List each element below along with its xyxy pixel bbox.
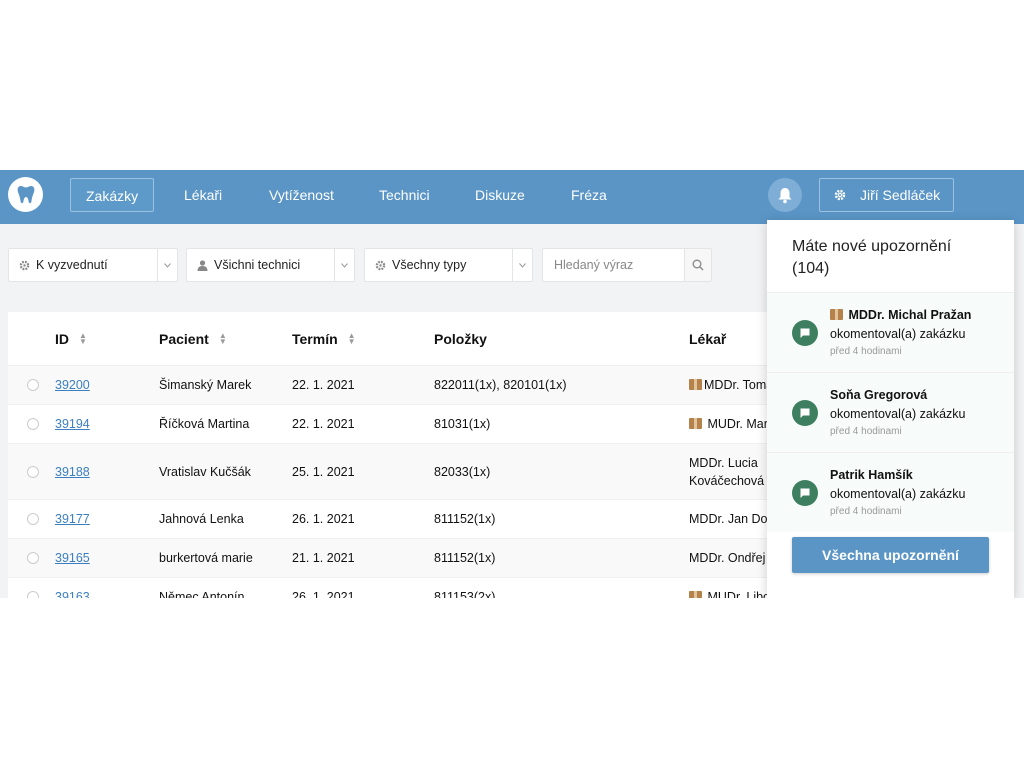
sort-icon: ▲ ▼ — [218, 331, 227, 346]
notification-author: Patrik Hamšík — [830, 468, 913, 482]
row-patient: Říčková Martina — [159, 417, 250, 431]
notification-text: okomentoval(a) zakázku — [830, 327, 966, 341]
type-filter-value: Všechny typy — [392, 258, 467, 272]
sort-icon: ▲ ▼ — [347, 331, 356, 346]
row-radio[interactable] — [27, 466, 39, 478]
row-date: 22. 1. 2021 — [292, 417, 355, 431]
nav-item-freza[interactable]: Fréza — [556, 178, 622, 212]
row-items: 81031(1x) — [434, 417, 491, 431]
comment-icon — [792, 400, 818, 426]
row-radio[interactable] — [27, 418, 39, 430]
row-patient: Šimanský Marek — [159, 378, 252, 392]
row-id-link[interactable]: 39194 — [55, 417, 90, 431]
status-filter-value: K vyzvednutí — [36, 258, 108, 272]
gear-icon — [19, 260, 30, 271]
comment-icon — [792, 320, 818, 346]
row-doctor: MDDr. Jan Dou — [689, 512, 775, 526]
row-date: 21. 1. 2021 — [292, 551, 355, 565]
row-patient: Jahnová Lenka — [159, 512, 244, 526]
row-doctor: MUDr. Mar — [689, 417, 768, 431]
notification-time: před 4 hodinami — [830, 506, 902, 517]
column-header-id[interactable]: ID ▲ ▼ — [55, 331, 87, 347]
notification-time: před 4 hodinami — [830, 346, 902, 357]
row-patient: Němec Antonín — [159, 590, 245, 598]
notification-time: před 4 hodinami — [830, 426, 902, 437]
notifications-bell-button[interactable] — [768, 178, 802, 212]
row-items: 82033(1x) — [434, 465, 491, 479]
chevron-down-icon — [512, 249, 532, 281]
row-id-link[interactable]: 39177 — [55, 512, 90, 526]
bell-icon — [778, 187, 792, 203]
row-patient: burkertová marie — [159, 551, 253, 565]
package-icon — [689, 591, 702, 598]
column-header-patient[interactable]: Pacient ▲ ▼ — [159, 331, 227, 347]
gear-icon — [834, 189, 846, 201]
row-radio[interactable] — [27, 513, 39, 525]
all-notifications-button[interactable]: Všechna upozornění — [792, 537, 989, 573]
row-items: 811153(2x) — [434, 590, 496, 598]
app-window: Zakázky Lékaři Vytíženost Technici Disku… — [0, 170, 1024, 598]
notifications-dropdown: Máte nové upozornění (104) MDDr. Michal … — [767, 220, 1014, 598]
column-header-doctor: Lékař — [689, 331, 727, 347]
row-doctor-line2: Kováčechová — [689, 474, 765, 488]
row-doctor: MDDr. Tomá — [689, 378, 773, 392]
tooth-logo-icon[interactable] — [8, 177, 43, 212]
package-icon — [689, 379, 702, 390]
top-navbar: Zakázky Lékaři Vytíženost Technici Disku… — [0, 170, 1024, 224]
notification-item[interactable]: Patrik Hamšík okomentoval(a) zakázku pře… — [767, 452, 1014, 532]
row-date: 26. 1. 2021 — [292, 512, 355, 526]
search-box — [542, 248, 712, 282]
nav-item-technici[interactable]: Technici — [364, 178, 445, 212]
notification-author: MDDr. Michal Pražan — [830, 308, 971, 322]
row-items: 811152(1x) — [434, 512, 496, 526]
search-icon — [692, 259, 704, 271]
notification-item[interactable]: Soňa Gregorová okomentoval(a) zakázku př… — [767, 372, 1014, 452]
row-radio[interactable] — [27, 552, 39, 564]
notification-text: okomentoval(a) zakázku — [830, 407, 966, 421]
nav-item-lekari[interactable]: Lékaři — [169, 178, 237, 212]
type-filter-select[interactable]: Všechny typy — [364, 248, 533, 282]
person-icon — [197, 259, 208, 271]
status-filter-select[interactable]: K vyzvednutí — [8, 248, 178, 282]
nav-item-vytizenost[interactable]: Vytíženost — [254, 178, 349, 212]
chevron-down-icon — [157, 249, 177, 281]
sort-icon: ▲ ▼ — [79, 331, 87, 346]
row-items: 811152(1x) — [434, 551, 496, 565]
technician-filter-value: Všichni technici — [214, 258, 301, 272]
package-icon — [689, 418, 702, 429]
row-items: 822011(1x), 820101(1x) — [434, 378, 567, 392]
row-doctor: MDDr. Ondřej I — [689, 551, 773, 565]
nav-item-diskuze[interactable]: Diskuze — [460, 178, 540, 212]
row-patient: Vratislav Kučšák — [159, 465, 251, 479]
search-button[interactable] — [684, 249, 711, 281]
technician-filter-select[interactable]: Všichni technici — [186, 248, 355, 282]
notification-author: Soňa Gregorová — [830, 388, 928, 402]
comment-icon — [792, 480, 818, 506]
row-doctor: MDDr. Lucia — [689, 456, 758, 470]
user-menu-button[interactable]: Jiří Sedláček — [819, 178, 954, 212]
row-id-link[interactable]: 39163 — [55, 590, 90, 598]
notifications-title: Máte nové upozornění (104) — [792, 238, 952, 277]
notification-text: okomentoval(a) zakázku — [830, 487, 966, 501]
row-id-link[interactable]: 39188 — [55, 465, 90, 479]
row-date: 25. 1. 2021 — [292, 465, 355, 479]
search-input[interactable] — [543, 249, 684, 281]
chevron-down-icon — [334, 249, 354, 281]
row-id-link[interactable]: 39200 — [55, 378, 90, 392]
column-header-items: Položky — [434, 331, 487, 347]
row-date: 22. 1. 2021 — [292, 378, 355, 392]
row-id-link[interactable]: 39165 — [55, 551, 90, 565]
gear-icon — [375, 260, 386, 271]
row-radio[interactable] — [27, 379, 39, 391]
column-header-date[interactable]: Termín ▲ ▼ — [292, 331, 356, 347]
row-date: 26. 1. 2021 — [292, 590, 355, 598]
user-name: Jiří Sedláček — [860, 187, 941, 203]
nav-item-zakazky[interactable]: Zakázky — [70, 178, 155, 212]
package-icon — [830, 309, 843, 320]
notification-item[interactable]: MDDr. Michal Pražan okomentoval(a) zakáz… — [767, 292, 1014, 372]
row-radio[interactable] — [27, 591, 39, 598]
